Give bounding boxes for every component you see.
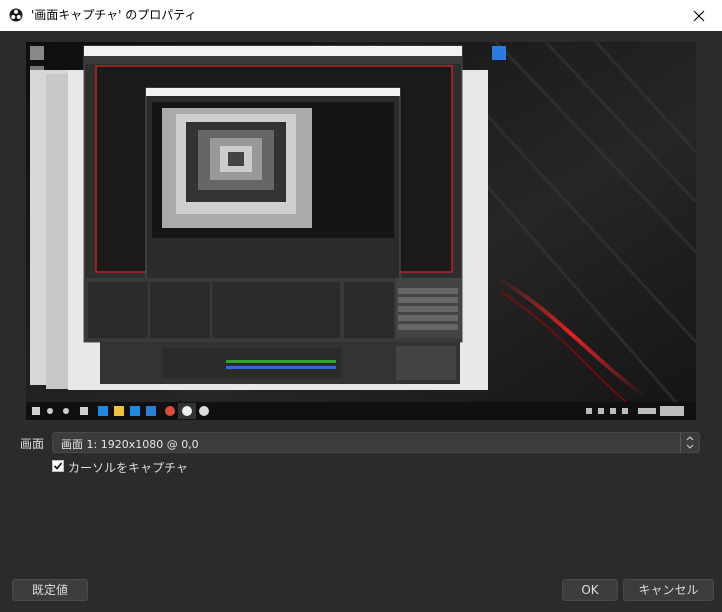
chevron-down-icon	[686, 444, 694, 449]
preview-image	[26, 42, 696, 420]
cancel-button[interactable]: キャンセル	[623, 579, 714, 601]
close-button[interactable]	[676, 0, 722, 31]
chevron-up-icon	[686, 436, 694, 441]
screen-capture-preview	[26, 42, 696, 420]
capture-cursor-checkbox[interactable]	[52, 460, 64, 472]
obs-icon	[9, 8, 23, 22]
defaults-button[interactable]: 既定値	[12, 579, 88, 601]
screen-label: 画面	[20, 437, 45, 451]
check-icon	[53, 462, 63, 470]
ok-button[interactable]: OK	[562, 579, 618, 601]
screen-select-arrows[interactable]	[680, 433, 699, 452]
screen-select-value: 画面 1: 1920x1080 @ 0,0	[61, 438, 199, 451]
title-bar: '画面キャプチャ' のプロパティ	[0, 0, 722, 32]
capture-cursor-label: カーソルをキャプチャ	[68, 461, 188, 475]
screen-select[interactable]: 画面 1: 1920x1080 @ 0,0	[52, 432, 700, 453]
screen-row: 画面 画面 1: 1920x1080 @ 0,0	[0, 432, 722, 454]
close-icon	[693, 10, 705, 21]
window-title: '画面キャプチャ' のプロパティ	[31, 8, 197, 22]
